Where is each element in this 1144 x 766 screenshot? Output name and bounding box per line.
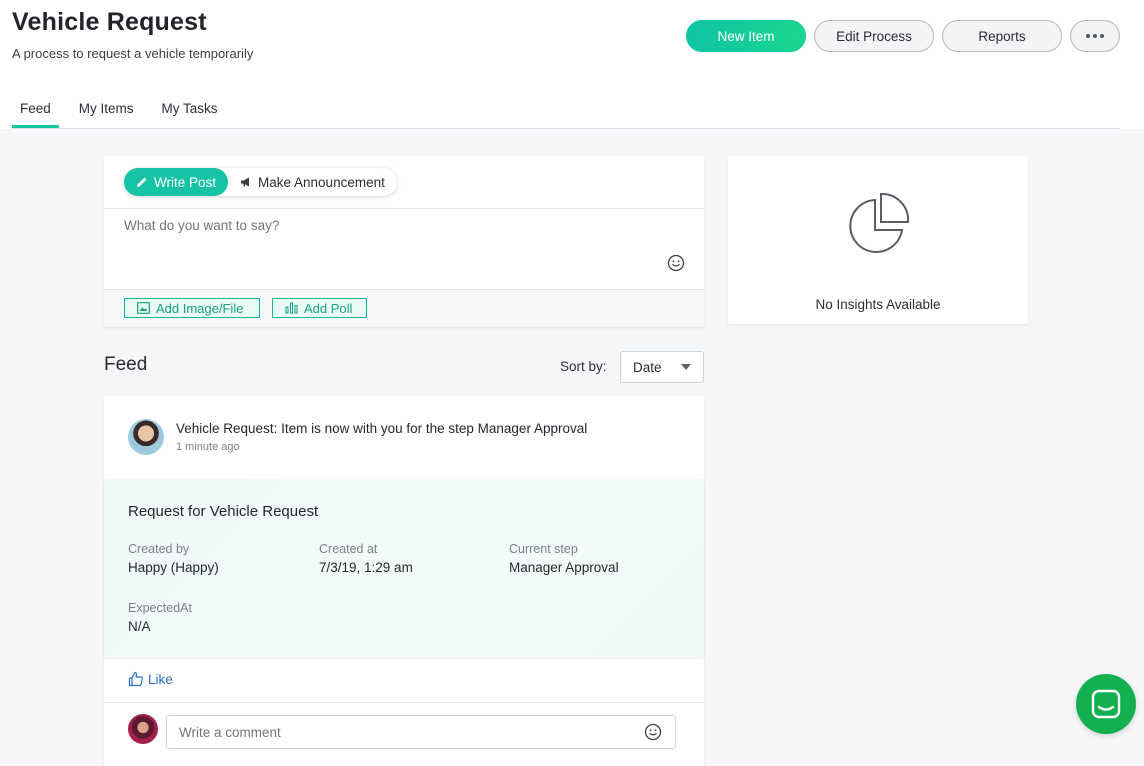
like-label: Like bbox=[148, 671, 173, 687]
ellipsis-icon bbox=[1086, 34, 1104, 38]
post-composer: Write Post Make Announcement Add Image/F… bbox=[104, 156, 704, 327]
request-title: Request for Vehicle Request bbox=[128, 503, 319, 520]
tab-feed[interactable]: Feed bbox=[12, 92, 59, 128]
comment-divider bbox=[104, 702, 704, 703]
bar-chart-icon bbox=[285, 302, 298, 314]
add-poll-button[interactable]: Add Poll bbox=[272, 298, 367, 318]
no-insights-text: No Insights Available bbox=[815, 297, 941, 312]
thumbs-up-icon bbox=[128, 671, 143, 687]
expected-at-label: ExpectedAt bbox=[128, 601, 192, 615]
composer-divider bbox=[104, 208, 704, 209]
sort-label: Sort by: bbox=[560, 359, 607, 374]
more-options-button[interactable] bbox=[1070, 20, 1120, 52]
current-step-label: Current step bbox=[509, 542, 578, 556]
pencil-icon bbox=[137, 177, 147, 187]
created-at-value: 7/3/19, 1:29 am bbox=[319, 560, 413, 575]
created-by-field: Created by Happy (Happy) bbox=[128, 542, 219, 575]
add-image-file-button[interactable]: Add Image/File bbox=[124, 298, 260, 318]
write-post-label: Write Post bbox=[154, 174, 217, 190]
composer-tabs: Write Post Make Announcement bbox=[124, 168, 397, 196]
like-button[interactable]: Like bbox=[128, 671, 173, 687]
emoji-icon[interactable] bbox=[667, 254, 685, 272]
notification-timestamp: 1 minute ago bbox=[176, 441, 240, 453]
edit-process-button[interactable]: Edit Process bbox=[814, 20, 934, 52]
tab-my-items[interactable]: My Items bbox=[71, 92, 142, 128]
page-title: Vehicle Request bbox=[12, 8, 207, 36]
avatar[interactable] bbox=[128, 419, 164, 455]
composer-footer: Add Image/File Add Poll bbox=[104, 289, 704, 327]
add-image-file-label: Add Image/File bbox=[156, 300, 244, 316]
make-announcement-label: Make Announcement bbox=[258, 174, 385, 190]
insights-panel: No Insights Available bbox=[728, 156, 1028, 324]
page-header: Vehicle Request A process to request a v… bbox=[0, 0, 1144, 129]
write-post-tab[interactable]: Write Post bbox=[124, 168, 229, 196]
feed-item-card: Vehicle Request: Item is now with you fo… bbox=[104, 396, 704, 766]
main-content: Write Post Make Announcement Add Image/F… bbox=[0, 129, 1144, 766]
created-by-value: Happy (Happy) bbox=[128, 560, 219, 575]
created-by-label: Created by bbox=[128, 542, 190, 556]
expected-at-value: N/A bbox=[128, 619, 151, 634]
chat-icon bbox=[1091, 689, 1121, 719]
chat-launcher-button[interactable] bbox=[1076, 674, 1136, 734]
tab-my-tasks[interactable]: My Tasks bbox=[154, 92, 226, 128]
reports-button[interactable]: Reports bbox=[942, 20, 1062, 52]
expected-at-field: ExpectedAt N/A bbox=[128, 601, 192, 634]
feed-heading: Feed bbox=[104, 354, 148, 375]
caret-down-icon bbox=[681, 364, 691, 370]
current-step-field: Current step Manager Approval bbox=[509, 542, 619, 575]
page-subtitle: A process to request a vehicle temporari… bbox=[12, 46, 254, 61]
add-poll-label: Add Poll bbox=[304, 300, 353, 316]
process-tabs: Feed My Items My Tasks bbox=[12, 92, 238, 129]
pie-chart-icon bbox=[849, 192, 910, 253]
created-at-field: Created at 7/3/19, 1:29 am bbox=[319, 542, 413, 575]
image-icon bbox=[137, 302, 150, 314]
current-step-value: Manager Approval bbox=[509, 560, 619, 575]
sort-dropdown[interactable]: Date bbox=[620, 351, 704, 383]
comment-input[interactable] bbox=[166, 715, 676, 749]
make-announcement-tab[interactable]: Make Announcement bbox=[228, 168, 397, 196]
request-summary[interactable]: Request for Vehicle Request Created by H… bbox=[104, 479, 704, 657]
post-input[interactable] bbox=[124, 218, 654, 233]
created-at-label: Created at bbox=[319, 542, 378, 556]
current-user-avatar bbox=[128, 714, 158, 744]
notification-message: Vehicle Request: Item is now with you fo… bbox=[176, 421, 588, 436]
new-item-button[interactable]: New Item bbox=[686, 20, 806, 52]
emoji-icon[interactable] bbox=[644, 723, 662, 741]
megaphone-icon bbox=[241, 177, 250, 187]
sort-value: Date bbox=[633, 359, 662, 375]
